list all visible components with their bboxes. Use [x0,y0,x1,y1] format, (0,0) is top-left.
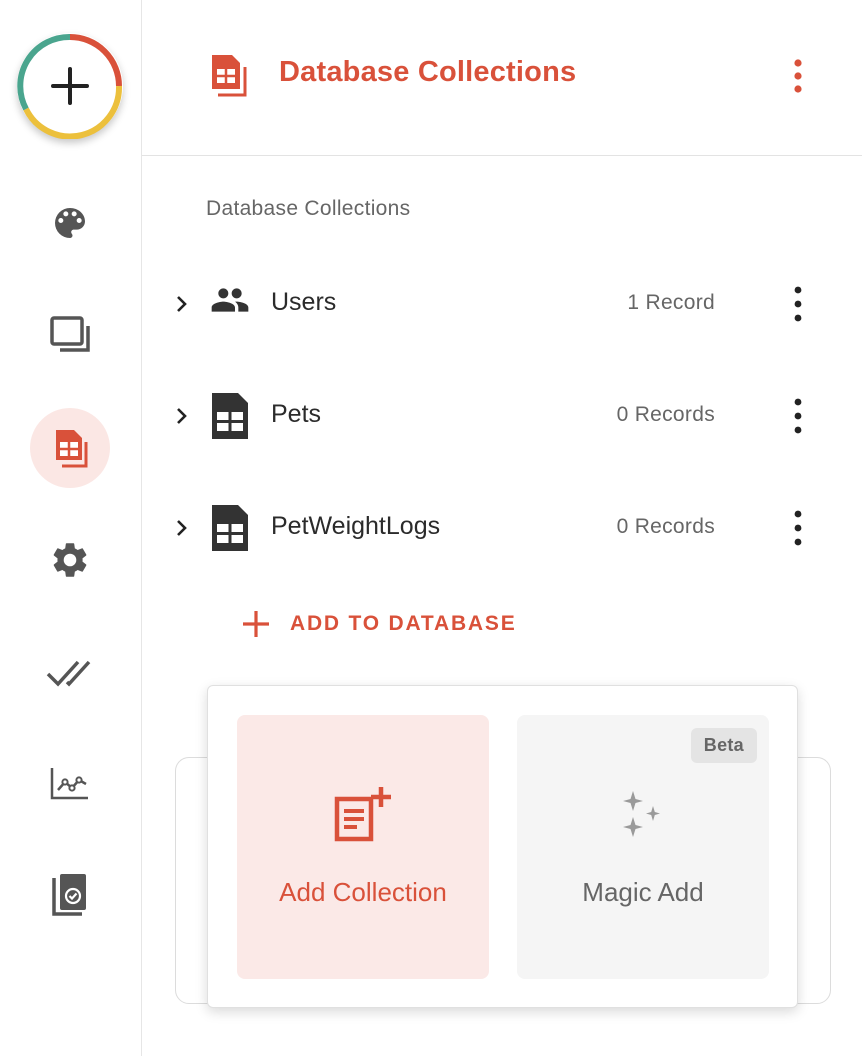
more-options-icon[interactable] [791,396,805,436]
pages-icon [50,316,90,352]
collection-row-users[interactable]: Users 1 Record [172,274,822,334]
analytics-icon [50,768,88,800]
beta-badge: Beta [690,728,757,763]
magic-add-label: Magic Add [582,877,704,907]
magic-add-option[interactable]: Beta Magic Add [517,715,769,979]
more-options-icon[interactable] [788,58,808,94]
analytics-nav[interactable] [30,744,110,824]
palette-icon [55,208,85,238]
record-count: 0 Records [616,515,715,538]
more-options-icon[interactable] [791,284,805,324]
database-icon [56,430,88,468]
testing-icon [52,874,86,916]
database-nav[interactable] [30,408,110,488]
add-menu-popup: Add Collection Beta Magic Add [207,685,798,1008]
chevron-right-icon[interactable] [172,292,192,316]
settings-nav[interactable] [30,520,110,600]
plus-icon [243,611,269,637]
collection-row-petweightlogs[interactable]: PetWeightLogs 0 Records [172,498,822,558]
pages-nav[interactable] [30,296,110,376]
add-to-database-button[interactable]: ADD TO DATABASE [240,606,517,642]
add-collection-icon [334,787,391,842]
sheet-icon [212,505,248,551]
collection-row-pets[interactable]: Pets 0 Records [172,386,822,446]
collection-name: Pets [271,400,322,428]
sheet-icon [212,393,248,439]
add-to-database-label: ADD TO DATABASE [290,612,517,635]
page-title: Database Collections [279,56,577,88]
chevron-right-icon[interactable] [172,404,192,428]
theme-nav[interactable] [30,183,110,263]
section-label: Database Collections [206,197,411,220]
add-collection-option[interactable]: Add Collection [237,715,489,979]
panel-header: Database Collections [142,0,862,156]
database-icon [212,55,247,97]
collection-name: Users [271,288,337,316]
add-button[interactable] [17,33,123,139]
left-sidebar [0,0,142,1056]
add-collection-label: Add Collection [279,877,447,907]
sparkles-icon [623,791,660,837]
more-options-icon[interactable] [791,508,805,548]
main-panel: Database Collections Database Collection… [142,0,862,1056]
plus-icon [51,67,89,105]
collection-name: PetWeightLogs [271,512,441,540]
testing-nav[interactable] [30,856,110,936]
done-all-icon [46,660,91,687]
record-count: 0 Records [616,403,715,426]
tasks-nav[interactable] [30,632,110,712]
users-icon [211,288,249,312]
gear-icon [53,543,87,577]
chevron-right-icon[interactable] [172,516,192,540]
record-count: 1 Record [627,291,715,314]
